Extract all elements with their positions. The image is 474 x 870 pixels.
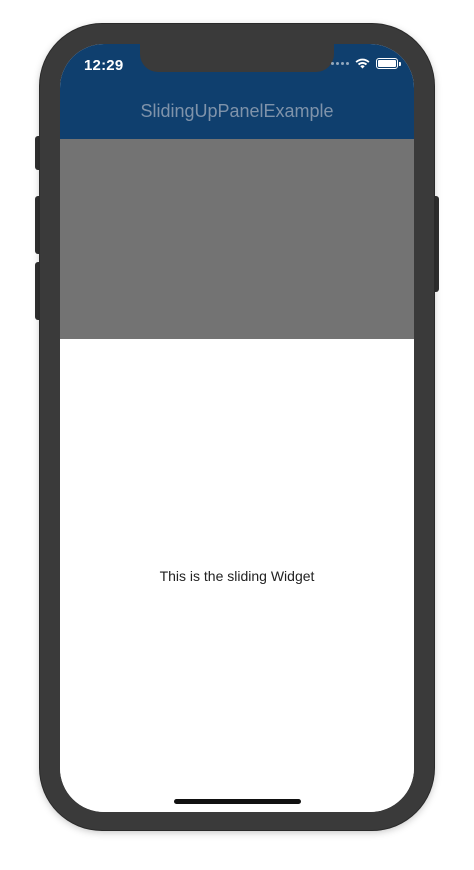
battery-icon (376, 58, 401, 69)
sliding-panel[interactable]: This is the sliding Widget (60, 339, 414, 812)
panel-backdrop[interactable] (60, 139, 414, 339)
app-bar: 12:29 SlidingUpPanelExample (60, 44, 414, 139)
home-indicator[interactable] (174, 799, 301, 804)
device-notch (140, 44, 334, 72)
sliding-panel-text: This is the sliding Widget (159, 568, 315, 584)
signal-dots-icon (331, 62, 349, 65)
wifi-icon (355, 58, 370, 69)
app-bar-title: SlidingUpPanelExample (140, 101, 334, 121)
status-time: 12:29 (84, 57, 124, 74)
phone-screen: 12:29 SlidingUpPanelExample This is the … (60, 44, 414, 812)
status-icons (331, 58, 401, 69)
